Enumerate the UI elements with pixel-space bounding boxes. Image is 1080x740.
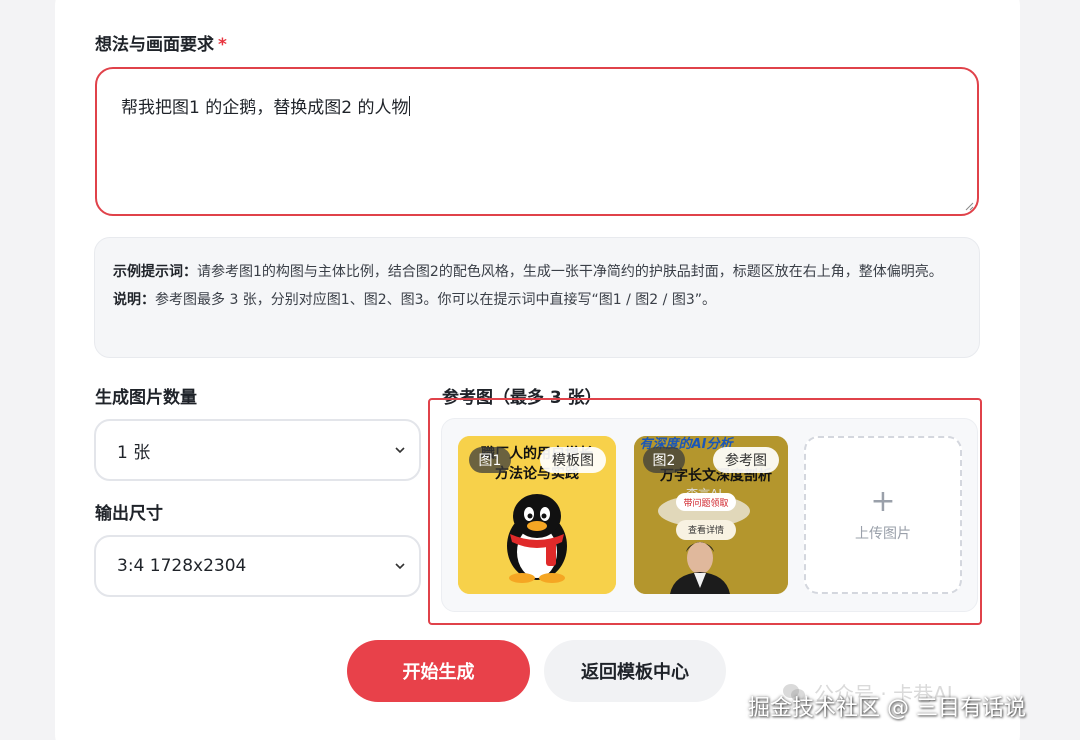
count-select[interactable]: 1 张 [94, 419, 421, 481]
size-label: 输出尺寸 [95, 504, 163, 524]
highlight-outline [428, 398, 982, 625]
juejin-watermark: 掘金技术社区 @ 三目有话说 [748, 696, 1026, 721]
prompt-textarea[interactable]: 帮我把图1 的企鹅，替换成图2 的人物 [95, 67, 979, 216]
required-mark: * [218, 35, 227, 55]
size-value: 3:4 1728x2304 [117, 556, 247, 576]
note: 说明：参考图最多 3 张，分别对应图1、图2、图3。你可以在提示词中直接写“图1… [113, 292, 716, 308]
hint-box: 示例提示词：请参考图1的构图与主体比例，结合图2的配色风格，生成一张干净简约的护… [94, 237, 980, 358]
resize-handle-icon[interactable] [964, 201, 974, 211]
chevron-down-icon [395, 563, 405, 570]
prompt-label: 想法与画面要求 * [95, 35, 227, 55]
size-select[interactable]: 3:4 1728x2304 [94, 535, 421, 597]
back-to-templates-button[interactable]: 返回模板中心 [544, 640, 726, 702]
example-prompt: 示例提示词：请参考图1的构图与主体比例，结合图2的配色风格，生成一张干净简约的护… [113, 264, 943, 280]
prompt-text: 帮我把图1 的企鹅，替换成图2 的人物 [121, 98, 409, 118]
chevron-down-icon [395, 447, 405, 454]
start-generate-button[interactable]: 开始生成 [347, 640, 530, 702]
count-value: 1 张 [117, 442, 151, 463]
count-label: 生成图片数量 [95, 388, 197, 408]
text-caret [409, 96, 411, 116]
